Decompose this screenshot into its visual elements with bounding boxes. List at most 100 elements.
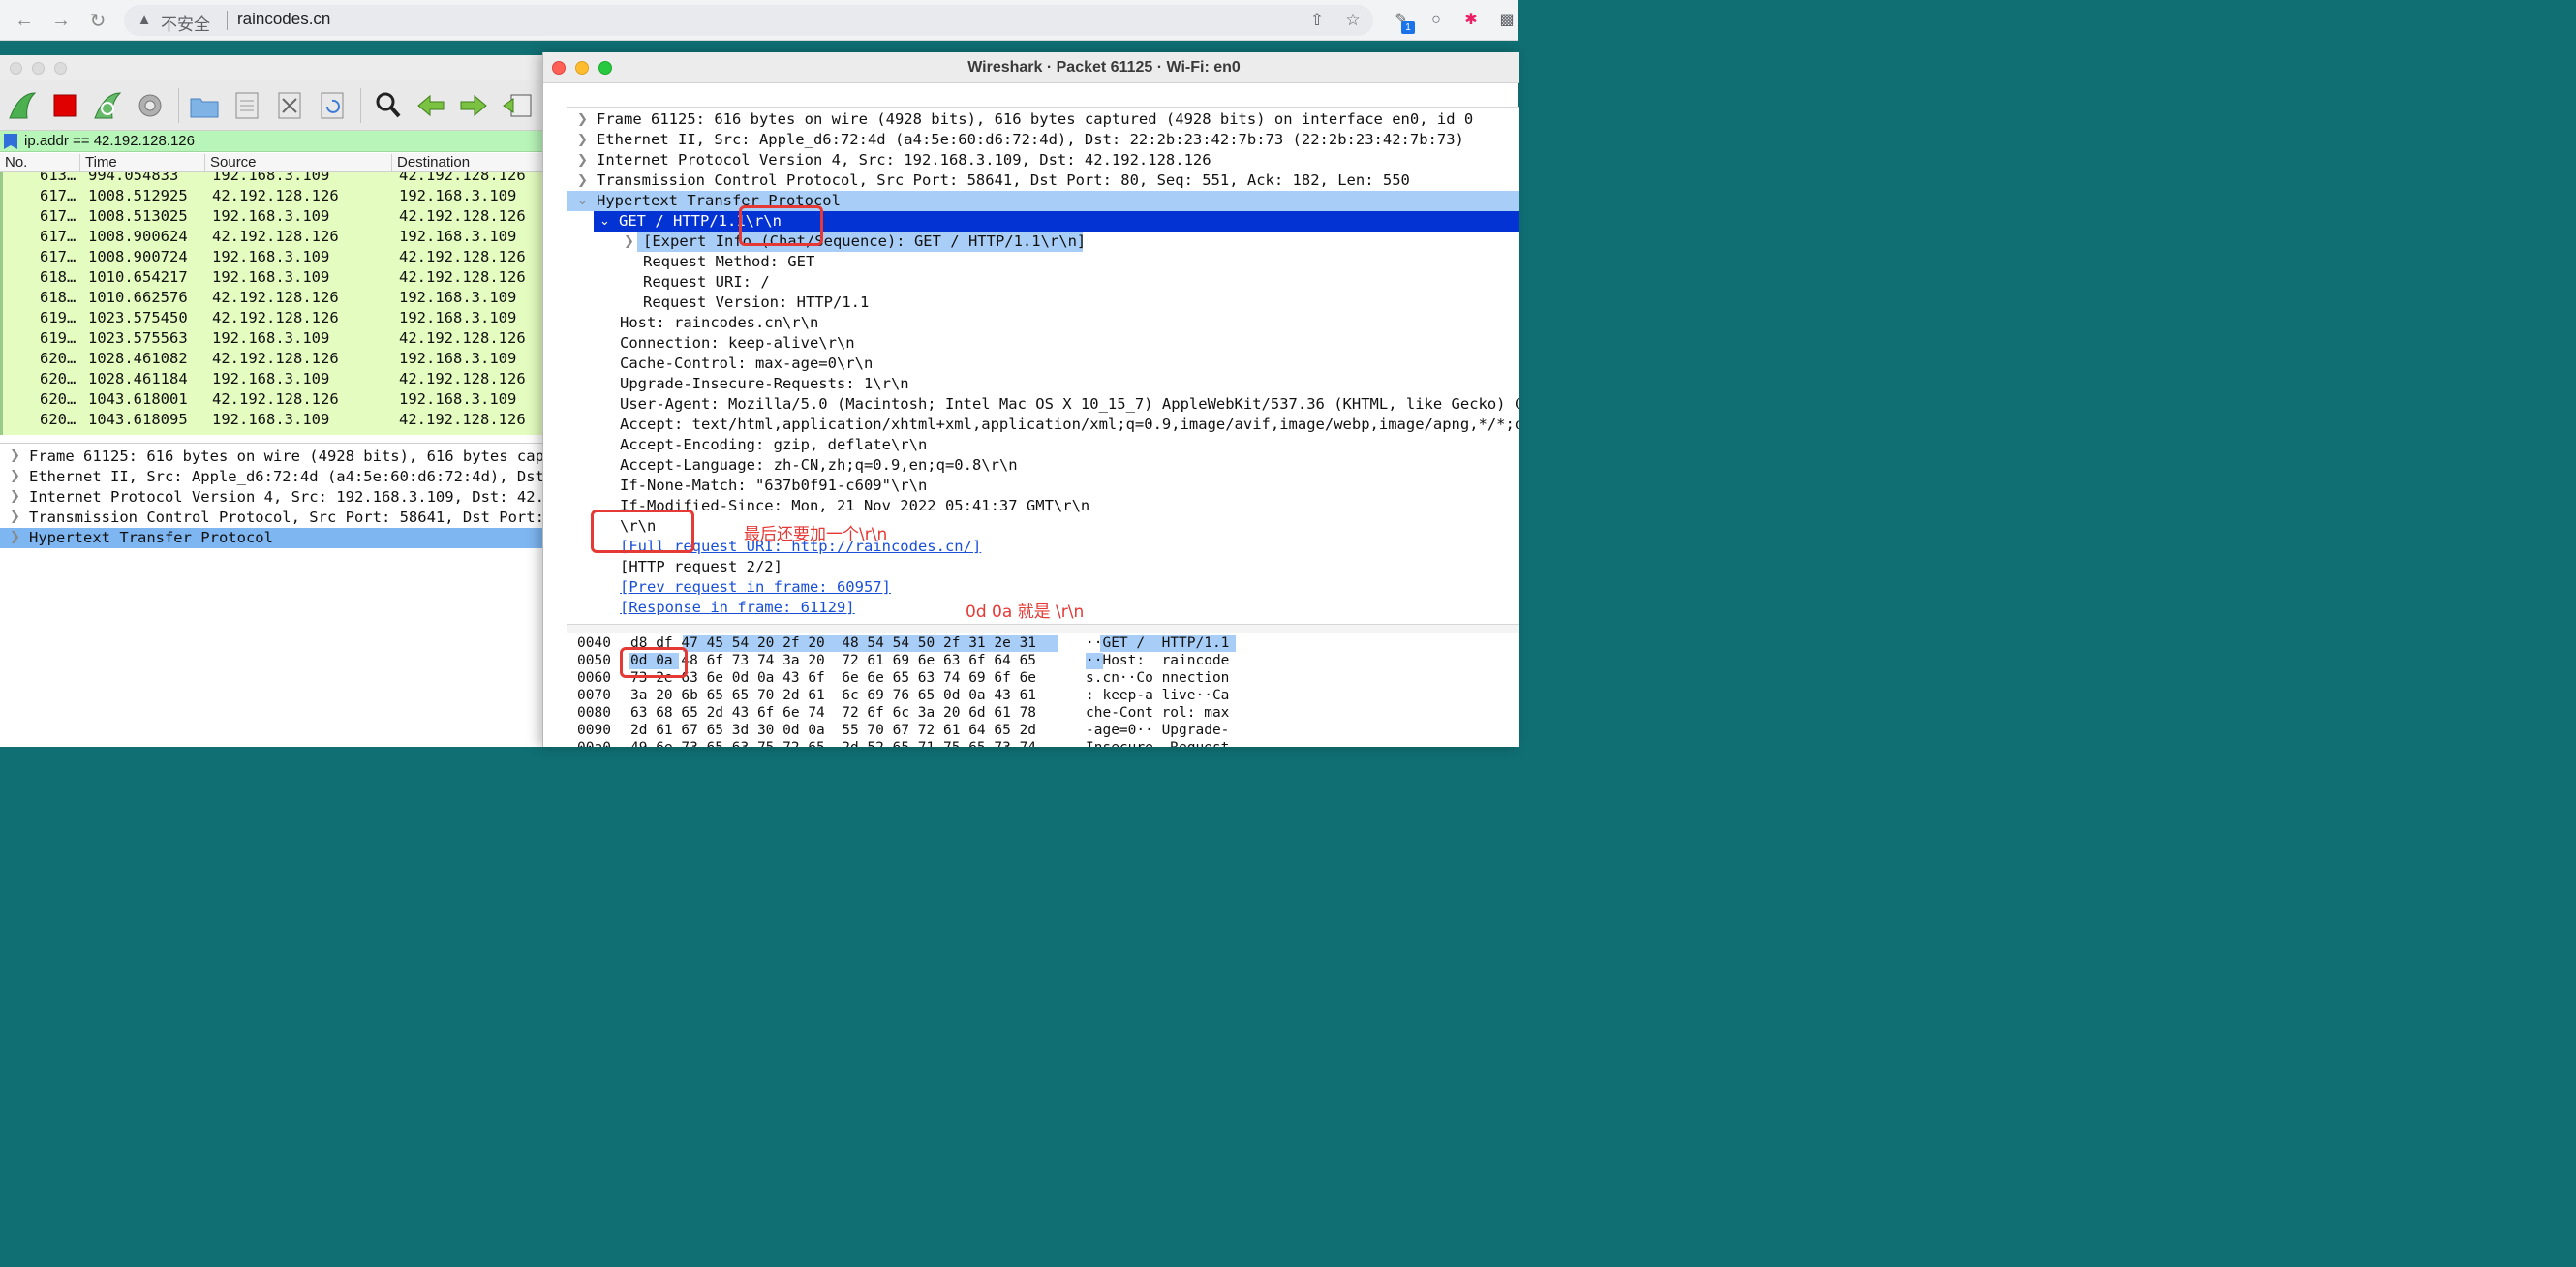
column-header-source[interactable]: Source [205, 154, 392, 172]
puzzle-extensions-icon[interactable]: ▩ [1496, 10, 1518, 31]
url-text[interactable]: raincodes.cn [237, 10, 330, 29]
forward-arrow-icon[interactable]: → [48, 8, 74, 33]
display-filter-bar[interactable]: ip.addr == 42.192.128.126 [0, 131, 562, 152]
display-filter-input[interactable]: ip.addr == 42.192.128.126 [24, 133, 195, 149]
tree-row-prev-request-link[interactable]: [Prev request in frame: 60957] [567, 577, 1519, 598]
tree-row-uri[interactable]: Request URI: / [567, 272, 1519, 293]
packet-row[interactable]: 618… 1010.654217 192.168.3.109 42.192.128.1… [3, 267, 562, 288]
tree-row-expert-info[interactable]: ❯ [Expert Info (Chat/Sequence): GET / HTT… [567, 232, 1519, 252]
chevron-right-icon[interactable]: ❯ [577, 132, 588, 147]
share-icon[interactable]: ⇧ [1307, 11, 1327, 30]
go-forward-green-arrow-icon[interactable] [457, 89, 490, 122]
tree-row-get-selected[interactable]: ⌄ GET / HTTP/1.1\r\n [594, 211, 1519, 232]
packet-row[interactable]: 613… 994.054833 192.168.3.109 42.192.128.12… [3, 172, 562, 186]
detail-row-ip[interactable]: ❯ Internet Protocol Version 4, Src: 192.1… [0, 487, 562, 508]
hex-row[interactable]: 0080 63 68 65 2d 43 6f 6e 74 72 6f 6c 3a … [567, 705, 1519, 723]
tree-row-if-none-match[interactable]: If-None-Match: "637b0f91-c609"\r\n [567, 476, 1519, 496]
insecure-label[interactable]: 不安全 [161, 11, 210, 35]
warning-icon[interactable]: ▲ [136, 12, 153, 29]
capture-options-gear-icon[interactable] [134, 89, 167, 122]
tree-row-if-modified-since[interactable]: If-Modified-Since: Mon, 21 Nov 2022 05:4… [567, 496, 1519, 516]
hex-ascii[interactable]: ··GET / HTTP/1.1 [1086, 635, 1229, 651]
hex-ascii[interactable]: -age=0·· Upgrade- [1086, 723, 1229, 738]
packet-row[interactable]: 619… 1023.575450 42.192.128.126 192.168.3.1… [3, 308, 562, 328]
hex-bytes[interactable]: 49 6e 73 65 63 75 72 65 2d 52 65 71 75 6… [630, 740, 1036, 747]
tree-row-crlf[interactable]: \r\n [567, 516, 1519, 537]
hex-ascii[interactable]: Insecure -Request [1086, 740, 1229, 747]
go-back-green-arrow-icon[interactable] [414, 89, 447, 122]
tree-row-version[interactable]: Request Version: HTTP/1.1 [567, 293, 1519, 313]
chevron-right-icon[interactable]: ❯ [10, 468, 20, 483]
restart-capture-icon[interactable] [91, 89, 124, 122]
hex-row[interactable]: 0040 d8 df 47 45 54 20 2f 20 48 54 54 50 … [567, 635, 1519, 653]
hex-bytes[interactable]: 0d 0a 48 6f 73 74 3a 20 72 61 69 6e 63 6… [630, 653, 1036, 668]
chevron-right-icon[interactable]: ❯ [577, 172, 588, 188]
back-arrow-icon[interactable]: ← [12, 8, 37, 33]
pane-splitter-handle[interactable] [567, 625, 1519, 633]
packet-row[interactable]: 620… 1043.618001 42.192.128.126 192.168.3.1… [3, 389, 562, 410]
packet-row[interactable]: 620… 1028.461082 42.192.128.126 192.168.3.1… [3, 349, 562, 369]
hex-bytes[interactable]: 63 68 65 2d 43 6f 6e 74 72 6f 6c 3a 20 6… [630, 705, 1036, 721]
hex-bytes[interactable]: 73 2e 63 6e 0d 0a 43 6f 6e 6e 65 63 74 6… [630, 670, 1036, 686]
tree-row-ip[interactable]: ❯ Internet Protocol Version 4, Src: 192.1… [567, 150, 1519, 170]
chevron-right-icon[interactable]: ❯ [10, 488, 20, 504]
packet-row[interactable]: 617… 1008.900724 192.168.3.109 42.192.128.1… [3, 247, 562, 267]
packet-row[interactable]: 617… 1008.513025 192.168.3.109 42.192.128.1… [3, 206, 562, 227]
chevron-right-icon[interactable]: ❯ [624, 233, 634, 249]
tree-row-accept-encoding[interactable]: Accept-Encoding: gzip, deflate\r\n [567, 435, 1519, 455]
bookmark-star-icon[interactable]: ☆ [1343, 11, 1363, 30]
find-magnifier-icon[interactable] [372, 89, 405, 122]
code-extension-icon[interactable]: ○ [1426, 10, 1447, 31]
hex-ascii[interactable]: ··Host: raincode [1086, 653, 1229, 668]
close-file-icon[interactable] [273, 89, 306, 122]
chevron-down-icon[interactable]: ⌄ [577, 193, 588, 208]
hex-row[interactable]: 0070 3a 20 6b 65 65 70 2d 61 6c 69 76 65 … [567, 688, 1519, 705]
tree-row-full-uri-link[interactable]: [Full request URI: http://raincodes.cn/] [567, 537, 1519, 557]
zoom-dot[interactable] [54, 62, 67, 75]
close-dot[interactable] [10, 62, 22, 75]
tree-row-connection[interactable]: Connection: keep-alive\r\n [567, 333, 1519, 354]
chevron-right-icon[interactable]: ❯ [10, 448, 20, 463]
tree-row-accept[interactable]: Accept: text/html,application/xhtml+xml,… [567, 415, 1519, 435]
packet-row[interactable]: 619… 1023.575563 192.168.3.109 42.192.128.1… [3, 328, 562, 349]
tree-row-tcp[interactable]: ❯ Transmission Control Protocol, Src Port… [567, 170, 1519, 191]
reload-file-icon[interactable] [316, 89, 349, 122]
hex-ascii[interactable]: : keep-a live··Ca [1086, 688, 1229, 703]
open-folder-icon[interactable] [188, 89, 221, 122]
go-to-packet-icon[interactable] [502, 89, 535, 122]
pinwheel-extension-icon[interactable]: ✱ [1460, 10, 1482, 31]
hex-bytes[interactable]: 3a 20 6b 65 65 70 2d 61 6c 69 76 65 0d 0… [630, 688, 1036, 703]
hex-ascii[interactable]: che-Cont rol: max [1086, 705, 1229, 721]
hex-row[interactable]: 0090 2d 61 67 65 3d 30 0d 0a 55 70 67 72 … [567, 723, 1519, 740]
stop-capture-icon[interactable] [48, 89, 81, 122]
packet-row[interactable]: 620… 1043.618095 192.168.3.109 42.192.128.1… [3, 410, 562, 430]
column-header-no[interactable]: No. [0, 154, 80, 172]
tree-row-accept-language[interactable]: Accept-Language: zh-CN,zh;q=0.9,en;q=0.8… [567, 455, 1519, 476]
packet-row[interactable]: 617… 1008.512925 42.192.128.126 192.168.3.1… [3, 186, 562, 206]
tree-row-method[interactable]: Request Method: GET [567, 252, 1519, 272]
detail-row-tcp[interactable]: ❯ Transmission Control Protocol, Src Port… [0, 508, 562, 528]
column-header-time[interactable]: Time [80, 154, 205, 172]
packet-row[interactable]: 617… 1008.900624 42.192.128.126 192.168.3.1… [3, 227, 562, 247]
hex-row[interactable]: 0060 73 2e 63 6e 0d 0a 43 6f 6e 6e 65 63 … [567, 670, 1519, 688]
tree-row-host[interactable]: Host: raincodes.cn\r\n [567, 313, 1519, 333]
tree-row-frame[interactable]: ❯ Frame 61125: 616 bytes on wire (4928 bi… [567, 109, 1519, 130]
hex-row[interactable]: 0050 0d 0a 48 6f 73 74 3a 20 72 61 69 6e … [567, 653, 1519, 670]
packet-row[interactable]: 620… 1028.461184 192.168.3.109 42.192.128.1… [3, 369, 562, 389]
tree-row-upgrade[interactable]: Upgrade-Insecure-Requests: 1\r\n [567, 374, 1519, 394]
detail-row-http-selected[interactable]: ❯ Hypertext Transfer Protocol [0, 528, 562, 548]
hex-bytes[interactable]: 2d 61 67 65 3d 30 0d 0a 55 70 67 72 61 6… [630, 723, 1036, 738]
address-bar[interactable]: ▲ 不安全 raincodes.cn ⇧ ☆ [124, 5, 1373, 36]
column-header-destination[interactable]: Destination [392, 154, 562, 172]
packet-row[interactable]: 618… 1010.662576 42.192.128.126 192.168.3.1… [3, 288, 562, 308]
chevron-right-icon[interactable]: ❯ [10, 529, 20, 544]
hex-bytes[interactable]: d8 df 47 45 54 20 2f 20 48 54 54 50 2f 3… [630, 635, 1036, 651]
tree-row-http[interactable]: ⌄ Hypertext Transfer Protocol [567, 191, 1519, 211]
tree-row-http-request[interactable]: [HTTP request 2/2] [567, 557, 1519, 577]
chevron-right-icon[interactable]: ❯ [10, 509, 20, 524]
chevron-down-icon[interactable]: ⌄ [599, 213, 610, 229]
reload-icon[interactable]: ↻ [85, 8, 110, 33]
chevron-right-icon[interactable]: ❯ [577, 152, 588, 168]
detail-row-frame[interactable]: ❯ Frame 61125: 616 bytes on wire (4928 bi… [0, 447, 562, 467]
detail-row-ethernet[interactable]: ❯ Ethernet II, Src: Apple_d6:72:4d (a4:5e… [0, 467, 562, 487]
